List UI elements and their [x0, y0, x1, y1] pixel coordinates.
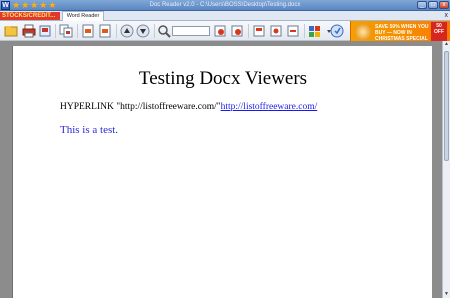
- copy-icon[interactable]: [59, 24, 73, 38]
- search-icon[interactable]: [157, 24, 171, 38]
- close-button[interactable]: x: [439, 1, 449, 9]
- find-prev-icon[interactable]: [213, 24, 227, 38]
- ad-link[interactable]: STOCKS/CREDIT...: [0, 12, 60, 20]
- search-input[interactable]: [172, 26, 210, 36]
- page-prev-icon[interactable]: [81, 24, 95, 38]
- toolbar-separator: [248, 24, 249, 38]
- scrollbar-thumb[interactable]: [444, 51, 449, 161]
- help-icon[interactable]: [330, 24, 344, 38]
- toolbar-separator: [116, 24, 117, 38]
- scroll-down-icon[interactable]: [136, 24, 150, 38]
- toolbar-separator: [304, 24, 305, 38]
- zoom-in-icon[interactable]: [269, 24, 283, 38]
- document-title: Testing Docx Viewers: [138, 68, 308, 89]
- toolbar-separator: [154, 24, 155, 38]
- hyperlink[interactable]: http://listoffreeware.com/: [221, 102, 318, 112]
- tab-close-icon[interactable]: x: [445, 11, 449, 21]
- page-view-icon[interactable]: [38, 24, 52, 38]
- layout-icon[interactable]: [308, 24, 322, 38]
- page-next-icon[interactable]: [98, 24, 112, 38]
- tab-word-reader[interactable]: Word Reader: [62, 11, 104, 21]
- toolbar-separator: [77, 24, 78, 38]
- open-file-icon[interactable]: [4, 24, 18, 38]
- print-icon[interactable]: [22, 24, 36, 38]
- hyperlink-field-code: HYPERLINK "http://listoffreeware.com/": [60, 102, 221, 112]
- scroll-up-icon[interactable]: [120, 24, 134, 38]
- title-bar: W ★ ★ ★ ★ ★ Doc Reader v2.0 - C:\Users\B…: [0, 0, 450, 11]
- vertical-scrollbar[interactable]: ▲ ▼: [442, 41, 450, 298]
- zoom-fit-icon[interactable]: [252, 24, 266, 38]
- hyperlink-line: HYPERLINK "http://listoffreeware.com/"ht…: [60, 102, 317, 112]
- find-next-icon[interactable]: [230, 24, 244, 38]
- minimize-button[interactable]: _: [417, 1, 427, 9]
- zoom-out-icon[interactable]: [286, 24, 300, 38]
- promo-text: SAVE 50% WHEN YOU BUY — NOW IN CHRISTMAS…: [375, 24, 429, 42]
- document-area: Testing Docx Viewers HYPERLINK "http://l…: [0, 41, 450, 298]
- scroll-up-arrow-icon[interactable]: ▲: [443, 41, 450, 48]
- document-body-text: This is a test.: [60, 124, 119, 136]
- scroll-down-arrow-icon[interactable]: ▼: [443, 291, 450, 298]
- promo-badge: 50 OFF: [431, 22, 447, 42]
- window-title: Doc Reader v2.0 - C:\Users\BOSS\Desktop\…: [149, 2, 301, 8]
- promo-logo-icon: [355, 24, 371, 40]
- maximize-button[interactable]: □: [428, 1, 438, 9]
- toolbar-separator: [55, 24, 56, 38]
- chevron-down-icon[interactable]: [322, 24, 331, 38]
- document-page: Testing Docx Viewers HYPERLINK "http://l…: [12, 46, 432, 298]
- window-controls: _ □ x: [417, 1, 449, 9]
- tab-bar: STOCKS/CREDIT... Word Reader x: [0, 11, 450, 21]
